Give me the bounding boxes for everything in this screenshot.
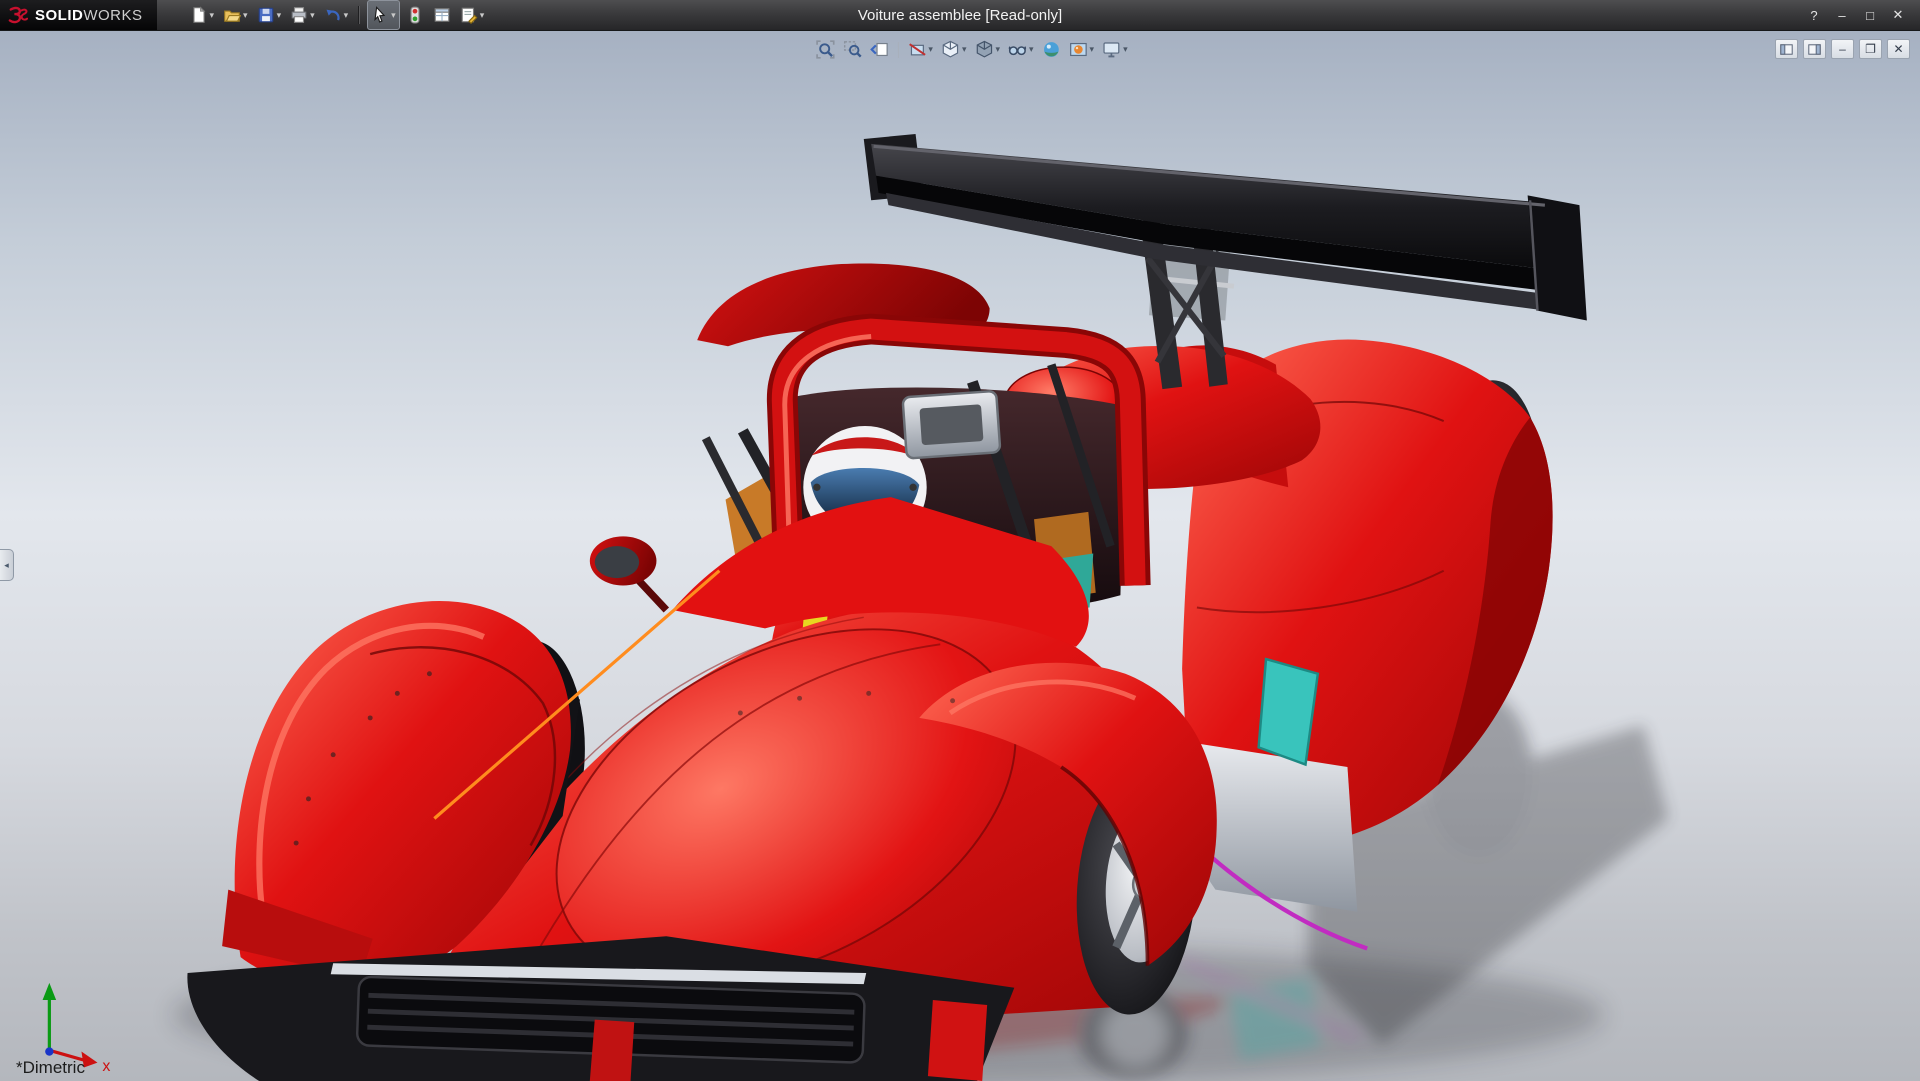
dropdown-arrow[interactable]: ▾ (928, 45, 933, 54)
new-document-icon (190, 6, 208, 24)
brand-solid: SOLID (35, 7, 83, 24)
dassault-systemes-3ds-icon (8, 5, 28, 25)
feature-manager-collapse-tab[interactable]: ◂ (0, 549, 14, 581)
dropdown-arrow[interactable]: ▾ (344, 11, 349, 20)
view-settings-button[interactable]: ▾ (1100, 38, 1130, 61)
solidworks-logo: SOLIDWORKS (0, 0, 157, 30)
3d-viewport-scene[interactable]: x (0, 31, 1920, 1081)
zoom-to-fit-button[interactable] (813, 38, 836, 61)
minimize-button[interactable]: – (1830, 5, 1854, 25)
save-icon (257, 6, 275, 24)
dropdown-arrow[interactable]: ▾ (480, 11, 485, 20)
print-button[interactable]: ▾ (287, 1, 318, 29)
open-button[interactable]: ▾ (220, 1, 251, 29)
hide-show-items-button[interactable]: ▾ (1006, 38, 1036, 61)
brand-works: WORKS (83, 7, 142, 24)
rebuild-button[interactable] (403, 1, 427, 29)
window-title: Voiture assemblee [Read-only] (858, 7, 1062, 24)
doc-close-button[interactable]: ✕ (1887, 39, 1910, 59)
hide-show-items-icon (1008, 40, 1027, 59)
show-pane-icon (1808, 44, 1821, 55)
options-button[interactable]: ▾ (457, 1, 488, 29)
open-icon (223, 6, 241, 24)
collapse-arrow-icon: ◂ (4, 560, 9, 571)
document-window-controls: – ❐ ✕ (1775, 39, 1910, 59)
dropdown-arrow[interactable]: ▾ (277, 11, 282, 20)
maximize-button[interactable]: □ (1858, 5, 1882, 25)
edit-appearance-icon (1042, 40, 1061, 59)
center-mirror (903, 391, 1001, 459)
window-controls: ? – □ ✕ (1802, 5, 1920, 25)
file-properties-button[interactable] (430, 1, 454, 29)
dropdown-arrow[interactable]: ▾ (995, 45, 1000, 54)
apply-scene-icon (1069, 40, 1088, 59)
view-orientation-label: *Dimetric (16, 1058, 85, 1078)
brand-name: SOLIDWORKS (35, 7, 143, 24)
section-view-icon (907, 40, 926, 59)
apply-scene-button[interactable]: ▾ (1067, 38, 1097, 61)
select-button[interactable]: ▾ (367, 0, 400, 30)
dropdown-arrow[interactable]: ▾ (1029, 45, 1034, 54)
view-orientation-icon (941, 40, 960, 59)
show-pane-button[interactable] (1803, 39, 1826, 59)
edit-appearance-button[interactable] (1040, 38, 1063, 61)
triad-x-label: x (102, 1058, 110, 1075)
display-style-icon (974, 40, 993, 59)
previous-view-button[interactable] (867, 38, 890, 61)
titlebar: SOLIDWORKS ▾ ▾ ▾ (0, 0, 1920, 31)
dropdown-arrow[interactable]: ▾ (1090, 45, 1095, 54)
view-orientation-button[interactable]: ▾ (939, 38, 969, 61)
previous-view-icon (869, 40, 888, 59)
section-view-button[interactable]: ▾ (905, 38, 935, 61)
zoom-to-area-button[interactable] (840, 38, 863, 61)
dropdown-arrow[interactable]: ▾ (243, 11, 248, 20)
dropdown-arrow[interactable]: ▾ (391, 11, 396, 20)
file-properties-icon (433, 6, 451, 24)
heads-up-view-toolbar: ▾ ▾ ▾ ▾ (813, 38, 1129, 61)
zoom-to-area-icon (842, 40, 861, 59)
undo-button[interactable]: ▾ (321, 1, 352, 29)
help-button[interactable]: ? (1802, 5, 1826, 25)
save-button[interactable]: ▾ (254, 1, 285, 29)
dropdown-arrow[interactable]: ▾ (1123, 45, 1128, 54)
undo-icon (324, 6, 342, 24)
close-button[interactable]: ✕ (1886, 5, 1910, 25)
doc-restore-button[interactable]: ❐ (1859, 39, 1882, 59)
main-toolbar: ▾ ▾ ▾ ▾ (187, 0, 488, 30)
select-cursor-icon (371, 6, 389, 24)
display-style-button[interactable]: ▾ (972, 38, 1002, 61)
dropdown-arrow[interactable]: ▾ (310, 11, 315, 20)
dropdown-arrow[interactable]: ▾ (210, 11, 215, 20)
print-icon (290, 6, 308, 24)
restore-pane-icon (1780, 44, 1793, 55)
doc-minimize-button[interactable]: – (1831, 39, 1854, 59)
options-icon (460, 6, 478, 24)
restore-pane-button[interactable] (1775, 39, 1798, 59)
view-settings-icon (1102, 40, 1121, 59)
graphics-viewport[interactable]: x (0, 31, 1920, 1081)
zoom-to-fit-icon (815, 40, 834, 59)
rebuild-icon (406, 6, 424, 24)
toolbar-separator (358, 6, 360, 24)
dropdown-arrow[interactable]: ▾ (962, 45, 967, 54)
toolbar-separator (897, 42, 898, 58)
new-button[interactable]: ▾ (187, 1, 218, 29)
